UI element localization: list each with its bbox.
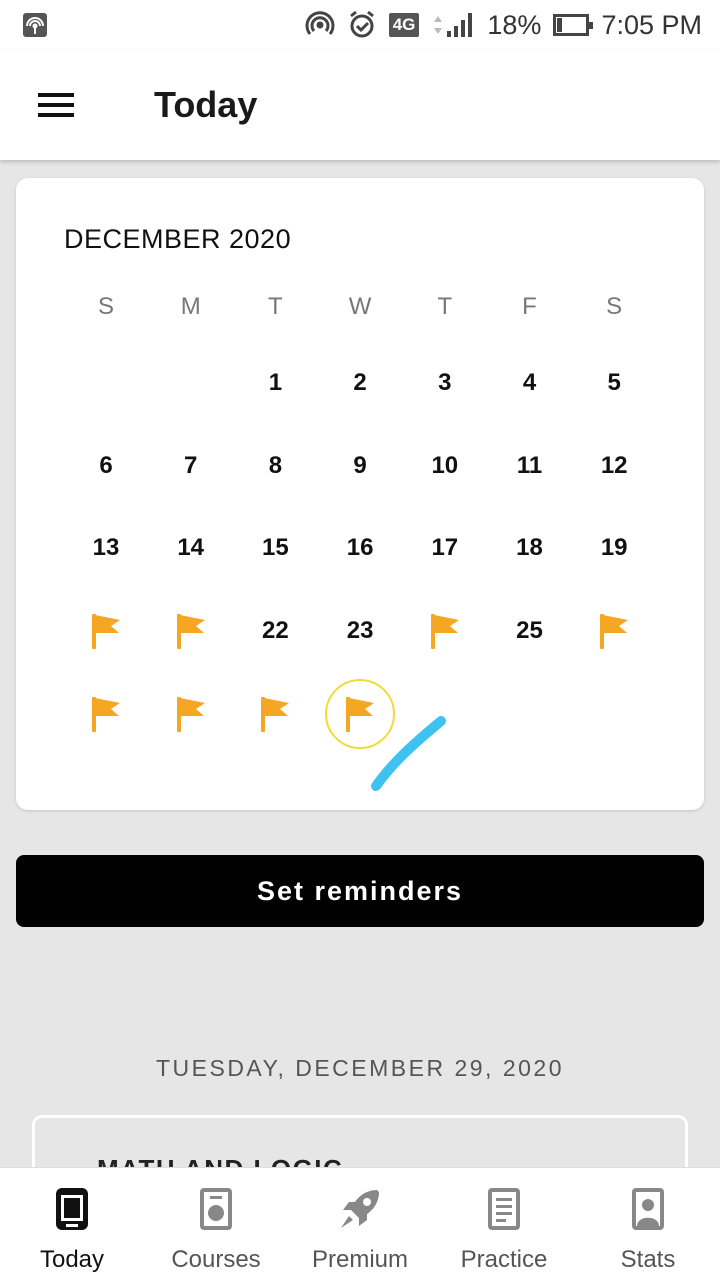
calendar-day[interactable]: 11 [488, 436, 572, 496]
hotspot-icon [22, 12, 48, 38]
weekday-label: S [606, 293, 623, 320]
nav-tab-today[interactable]: Today [0, 1168, 144, 1280]
weekday-label: T [268, 293, 283, 320]
calendar-day[interactable]: 16 [318, 518, 402, 578]
streak-flag-icon[interactable] [149, 684, 233, 744]
cast-icon [305, 10, 335, 40]
calendar-day[interactable]: 15 [233, 518, 317, 578]
calendar-day[interactable]: 14 [149, 518, 233, 578]
stats-icon [629, 1184, 667, 1234]
calendar-day[interactable]: 10 [403, 436, 487, 496]
streak-flag-icon[interactable] [233, 684, 317, 744]
calendar-day[interactable]: 2 [318, 353, 402, 413]
today-icon [53, 1184, 91, 1234]
hamburger-menu-icon[interactable] [38, 90, 78, 120]
nav-label-today: Today [39, 1246, 105, 1273]
calendar-day[interactable]: 1 [233, 353, 317, 413]
weekday-label: T [437, 293, 453, 320]
calendar-day[interactable]: 25 [488, 601, 572, 661]
calendar-day[interactable]: 4 [488, 353, 572, 413]
streak-flag-icon[interactable] [403, 601, 487, 661]
selected-date-heading: TUESDAY, DECEMBER 29, 2020 [155, 1055, 564, 1081]
calendar-day[interactable]: 22 [233, 601, 317, 661]
calendar-day[interactable]: 9 [318, 436, 402, 496]
weekday-label: W [348, 293, 372, 320]
page-title: Today [154, 84, 258, 125]
clock-time: 7:05 PM [601, 9, 702, 40]
practice-icon [485, 1184, 523, 1234]
calendar-day[interactable]: 19 [572, 518, 656, 578]
calendar-day[interactable]: 13 [64, 518, 148, 578]
nav-tab-premium[interactable]: Premium [288, 1168, 432, 1280]
calendar-day[interactable]: 8 [233, 436, 317, 496]
calendar-day[interactable]: 23 [318, 601, 402, 661]
status-bar: 4G 18% 7:05 PM [0, 0, 720, 50]
nav-tab-practice[interactable]: Practice [432, 1168, 576, 1280]
set-reminders-button[interactable]: Set reminders [16, 855, 704, 927]
calendar-day[interactable]: 18 [488, 518, 572, 578]
streak-flag-icon[interactable] [149, 601, 233, 661]
rocket-icon [337, 1184, 383, 1234]
today-highlight-ring [325, 678, 396, 749]
courses-icon [197, 1184, 235, 1234]
calendar-day[interactable]: 6 [64, 436, 148, 496]
weekday-label: F [522, 293, 537, 320]
battery-icon [553, 14, 594, 36]
calendar-day[interactable]: 12 [572, 436, 656, 496]
calendar-card: DECEMBER 2020 S M T W T F S 1 2 3 4 5 6 7 8 9 10 11 12 13 14… [16, 178, 704, 810]
nav-tab-stats[interactable]: Stats [576, 1168, 720, 1280]
nav-label-courses: Courses [171, 1246, 261, 1273]
weekday-label: S [97, 293, 114, 320]
app-bar: Today [0, 50, 720, 160]
calendar-month-label: DECEMBER 2020 [64, 224, 292, 254]
nav-label-premium: Premium [311, 1246, 408, 1273]
weekday-label: M [180, 293, 201, 320]
signal-icon [431, 11, 475, 39]
nav-label-practice: Practice [460, 1246, 548, 1273]
calendar-day[interactable]: 17 [403, 518, 487, 578]
bottom-navigation: Today Courses Premium Practice Stats [0, 1167, 720, 1280]
streak-flag-icon[interactable] [572, 601, 656, 661]
alarm-icon [347, 10, 377, 40]
nav-label-stats: Stats [620, 1246, 676, 1273]
calendar-day[interactable]: 3 [403, 353, 487, 413]
streak-flag-icon[interactable] [64, 684, 148, 744]
calendar-day[interactable]: 5 [572, 353, 656, 413]
streak-flag-icon[interactable] [64, 601, 148, 661]
calendar-day[interactable]: 7 [149, 436, 233, 496]
nav-tab-courses[interactable]: Courses [144, 1168, 288, 1280]
battery-percent: 18% [487, 9, 542, 40]
network-type-badge: 4G [388, 13, 420, 37]
